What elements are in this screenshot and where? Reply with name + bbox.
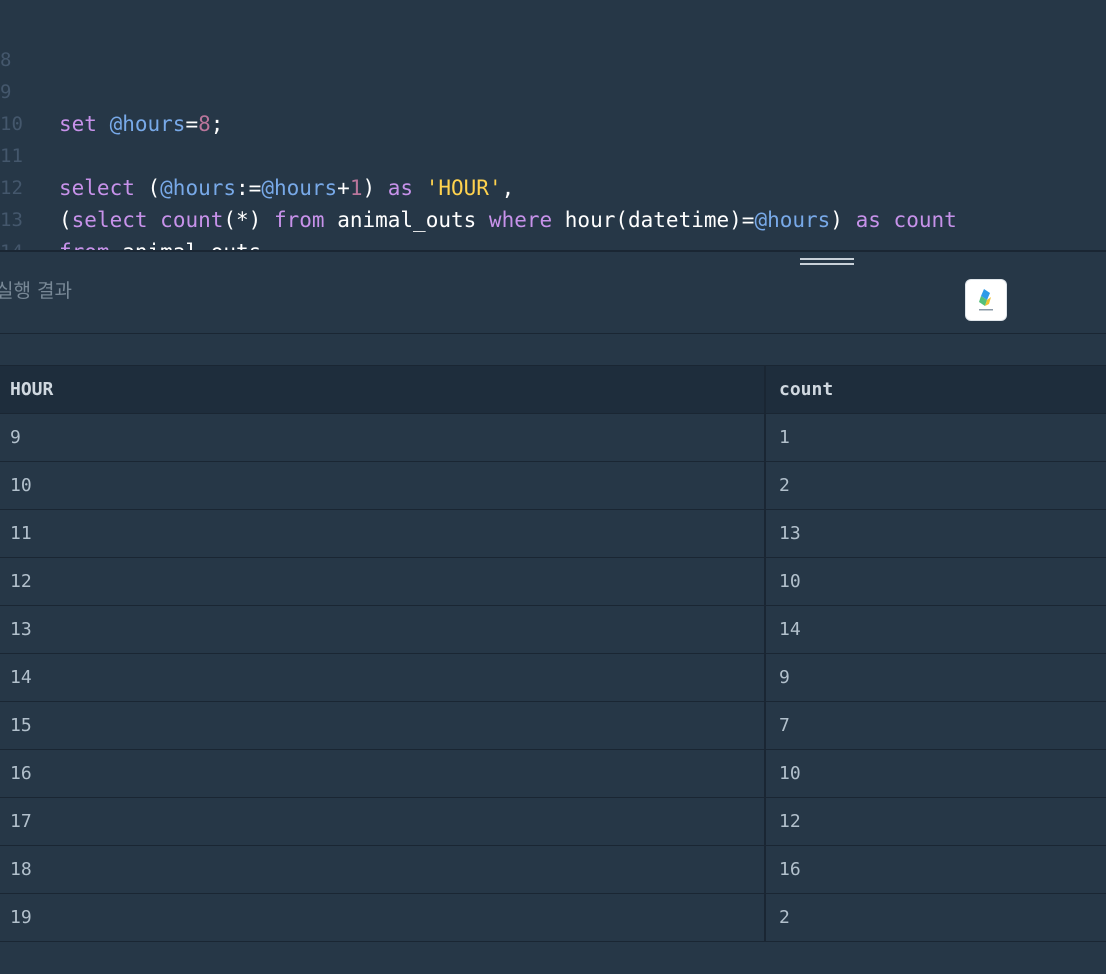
code-line-10: 10 [0,76,1106,135]
cell-hour: 14 [10,667,32,688]
table-row: 12 10 [0,558,1106,606]
cell-count: 13 [779,523,801,544]
results-table: HOUR count 9 1 10 2 11 13 12 10 13 14 14 9 15 7 16 10 17… [0,366,1106,942]
cell-hour: 17 [10,811,32,832]
cell-count: 9 [779,667,790,688]
cell-hour: 18 [10,859,32,880]
column-header-hour: HOUR [10,379,54,400]
logo-icon [979,289,993,311]
cell-count: 10 [779,571,801,592]
table-row: 18 16 [0,846,1106,894]
code-line-14: 14 where @hours < 19 ; [0,204,1106,250]
results-title: 실행 결과 [0,280,72,302]
cell-hour: 11 [10,523,32,544]
table-row: 11 13 [0,510,1106,558]
cell-hour: 19 [10,907,32,928]
resize-handle[interactable] [800,258,854,272]
cell-count: 10 [779,763,801,784]
table-row: 91 [0,414,1106,462]
code-line-13: 13 from animal_outs [0,172,1106,250]
cell-count: 7 [779,715,790,736]
table-header-row: HOUR count [0,366,1106,414]
cell-hour: 10 [10,475,32,496]
cell-count: 2 [779,907,790,928]
cell-count: 12 [779,811,801,832]
code-line-12: 12 (select count(*) from animal_outs whe… [0,140,1106,232]
table-row: 15 7 [0,702,1106,750]
code-line-15: 15 [0,236,1106,250]
cell-hour: 9 [10,427,21,448]
cell-count: 2 [779,475,790,496]
cell-count: 1 [779,427,790,448]
table-row: 13 14 [0,606,1106,654]
cell-hour: 13 [10,619,32,640]
cell-hour: 12 [10,571,32,592]
code-editor[interactable]: 8 9 set @hours=8; 10 11 select (@hours:=… [0,0,1106,250]
cell-hour: 15 [10,715,32,736]
code-line-8: 8 [0,12,1106,71]
table-row: 14 9 [0,654,1106,702]
table-row: 16 10 [0,750,1106,798]
cell-count: 14 [779,619,801,640]
code-line-11: 11 select (@hours:=@hours+1) as 'HOUR', [0,108,1106,200]
cell-count: 16 [779,859,801,880]
code-line-9: 9 set @hours=8; [0,44,1106,136]
table-row: 10 2 [0,462,1106,510]
column-header-count: count [779,379,834,400]
table-row: 19 2 [0,894,1106,942]
results-footer [0,942,1106,974]
cell-hour: 16 [10,763,32,784]
results-toolbar-row [0,334,1106,366]
app-logo-button[interactable] [966,280,1006,320]
results-header: 실행 결과 [0,252,1106,334]
table-row: 17 12 [0,798,1106,846]
